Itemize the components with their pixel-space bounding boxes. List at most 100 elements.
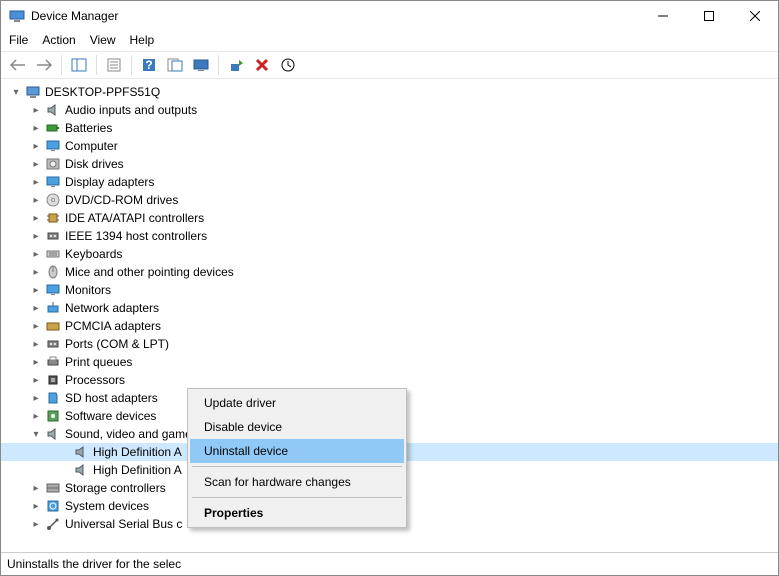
view-button[interactable] (190, 54, 212, 76)
expand-collapse-icon[interactable]: ▸ (29, 357, 43, 368)
tree-node-label: Network adapters (65, 301, 159, 315)
tree-node-label: Ports (COM & LPT) (65, 337, 169, 351)
toolbar-separator (61, 55, 62, 75)
monitor-icon (45, 174, 61, 190)
expand-collapse-icon[interactable]: ▸ (29, 141, 43, 152)
app-icon (9, 8, 25, 24)
tree-node-label: Audio inputs and outputs (65, 103, 197, 117)
category-node[interactable]: ▸ Audio inputs and outputs (1, 101, 778, 119)
context-menu-item[interactable]: Update driver (190, 391, 404, 415)
window-title: Device Manager (31, 9, 640, 23)
tree-node-label: Print queues (65, 355, 132, 369)
tree-node-label: Display adapters (65, 175, 154, 189)
maximize-button[interactable] (686, 1, 732, 31)
show-console-tree-button[interactable] (68, 54, 90, 76)
expand-collapse-icon[interactable]: ▸ (29, 195, 43, 206)
system-icon (45, 498, 61, 514)
tree-node-label: DVD/CD-ROM drives (65, 193, 178, 207)
category-node[interactable]: ▸ Display adapters (1, 173, 778, 191)
menubar: File Action View Help (1, 31, 778, 51)
context-menu-item[interactable]: Disable device (190, 415, 404, 439)
context-menu-item[interactable]: Scan for hardware changes (190, 470, 404, 494)
tree-node-label: Universal Serial Bus c (65, 517, 182, 531)
expand-collapse-icon[interactable]: ▾ (9, 87, 23, 98)
menu-action[interactable]: Action (42, 33, 75, 49)
expand-collapse-icon[interactable]: ▸ (29, 519, 43, 530)
help-button[interactable]: ? (138, 54, 160, 76)
toolbar-separator (131, 55, 132, 75)
expand-collapse-icon[interactable]: ▾ (29, 429, 43, 440)
expand-collapse-icon[interactable]: ▸ (29, 159, 43, 170)
expand-collapse-icon[interactable]: ▸ (29, 393, 43, 404)
forward-button[interactable] (33, 54, 55, 76)
category-node[interactable]: ▸ Monitors (1, 281, 778, 299)
expand-collapse-icon[interactable]: ▸ (29, 483, 43, 494)
category-node[interactable]: ▸ Mice and other pointing devices (1, 263, 778, 281)
network-icon (45, 300, 61, 316)
category-node[interactable]: ▸ IEEE 1394 host controllers (1, 227, 778, 245)
context-menu-item[interactable]: Properties (190, 501, 404, 525)
printer-icon (45, 354, 61, 370)
toolbar: ? (1, 51, 778, 79)
category-node[interactable]: ▸ Ports (COM & LPT) (1, 335, 778, 353)
close-button[interactable] (732, 1, 778, 31)
expand-collapse-icon[interactable]: ▸ (29, 375, 43, 386)
expand-collapse-icon[interactable]: ▸ (29, 339, 43, 350)
menu-view[interactable]: View (90, 33, 116, 49)
tree-node-label: Monitors (65, 283, 111, 297)
category-node[interactable]: ▸ DVD/CD-ROM drives (1, 191, 778, 209)
storage-icon (45, 480, 61, 496)
speaker-icon (45, 426, 61, 442)
category-node[interactable]: ▸ Print queues (1, 353, 778, 371)
expand-collapse-icon[interactable]: ▸ (29, 285, 43, 296)
expand-collapse-icon[interactable]: ▸ (29, 231, 43, 242)
category-node[interactable]: ▸PCMCIA adapters (1, 317, 778, 335)
category-node[interactable]: ▸ Disk drives (1, 155, 778, 173)
tree-node-label: IEEE 1394 host controllers (65, 229, 207, 243)
expand-collapse-icon[interactable]: ▸ (29, 267, 43, 278)
tree-node-label: Mice and other pointing devices (65, 265, 234, 279)
port-icon (45, 228, 61, 244)
update-driver-button[interactable] (225, 54, 247, 76)
tree-node-label: Disk drives (65, 157, 124, 171)
expand-collapse-icon[interactable]: ▸ (29, 177, 43, 188)
tree-node-label: Software devices (65, 409, 156, 423)
expand-collapse-icon[interactable]: ▸ (29, 249, 43, 260)
scan-hardware-button[interactable] (277, 54, 299, 76)
cpu-icon (45, 372, 61, 388)
properties-button[interactable] (103, 54, 125, 76)
category-node[interactable]: ▸ Keyboards (1, 245, 778, 263)
category-node[interactable]: ▸Processors (1, 371, 778, 389)
back-button[interactable] (7, 54, 29, 76)
expand-collapse-icon[interactable]: ▸ (29, 411, 43, 422)
uninstall-button[interactable] (251, 54, 273, 76)
expand-collapse-icon[interactable]: ▸ (29, 501, 43, 512)
category-node[interactable]: ▸IDE ATA/ATAPI controllers (1, 209, 778, 227)
tree-node-label: Keyboards (65, 247, 122, 261)
chip-icon (45, 210, 61, 226)
toolbar-separator (218, 55, 219, 75)
tree-node-label: DESKTOP-PPFS51Q (45, 85, 160, 99)
expand-collapse-icon[interactable]: ▸ (29, 303, 43, 314)
root-node[interactable]: ▾ DESKTOP-PPFS51Q (1, 83, 778, 101)
menu-help[interactable]: Help (130, 33, 155, 49)
tree-node-label: System devices (65, 499, 149, 513)
tree-node-label: Computer (65, 139, 118, 153)
expand-collapse-icon[interactable]: ▸ (29, 105, 43, 116)
context-menu: Update driverDisable deviceUninstall dev… (187, 388, 407, 528)
monitor-icon (45, 282, 61, 298)
expand-collapse-icon[interactable]: ▸ (29, 123, 43, 134)
battery-icon (45, 120, 61, 136)
expand-collapse-icon[interactable]: ▸ (29, 213, 43, 224)
minimize-button[interactable] (640, 1, 686, 31)
usb-icon (45, 516, 61, 532)
category-node[interactable]: ▸Batteries (1, 119, 778, 137)
expand-collapse-icon[interactable]: ▸ (29, 321, 43, 332)
category-node[interactable]: ▸ Computer (1, 137, 778, 155)
action-button[interactable] (164, 54, 186, 76)
context-menu-item[interactable]: Uninstall device (190, 439, 404, 463)
titlebar: Device Manager (1, 1, 778, 31)
category-node[interactable]: ▸ Network adapters (1, 299, 778, 317)
menu-file[interactable]: File (9, 33, 28, 49)
statusbar-text: Uninstalls the driver for the selec (7, 557, 181, 571)
